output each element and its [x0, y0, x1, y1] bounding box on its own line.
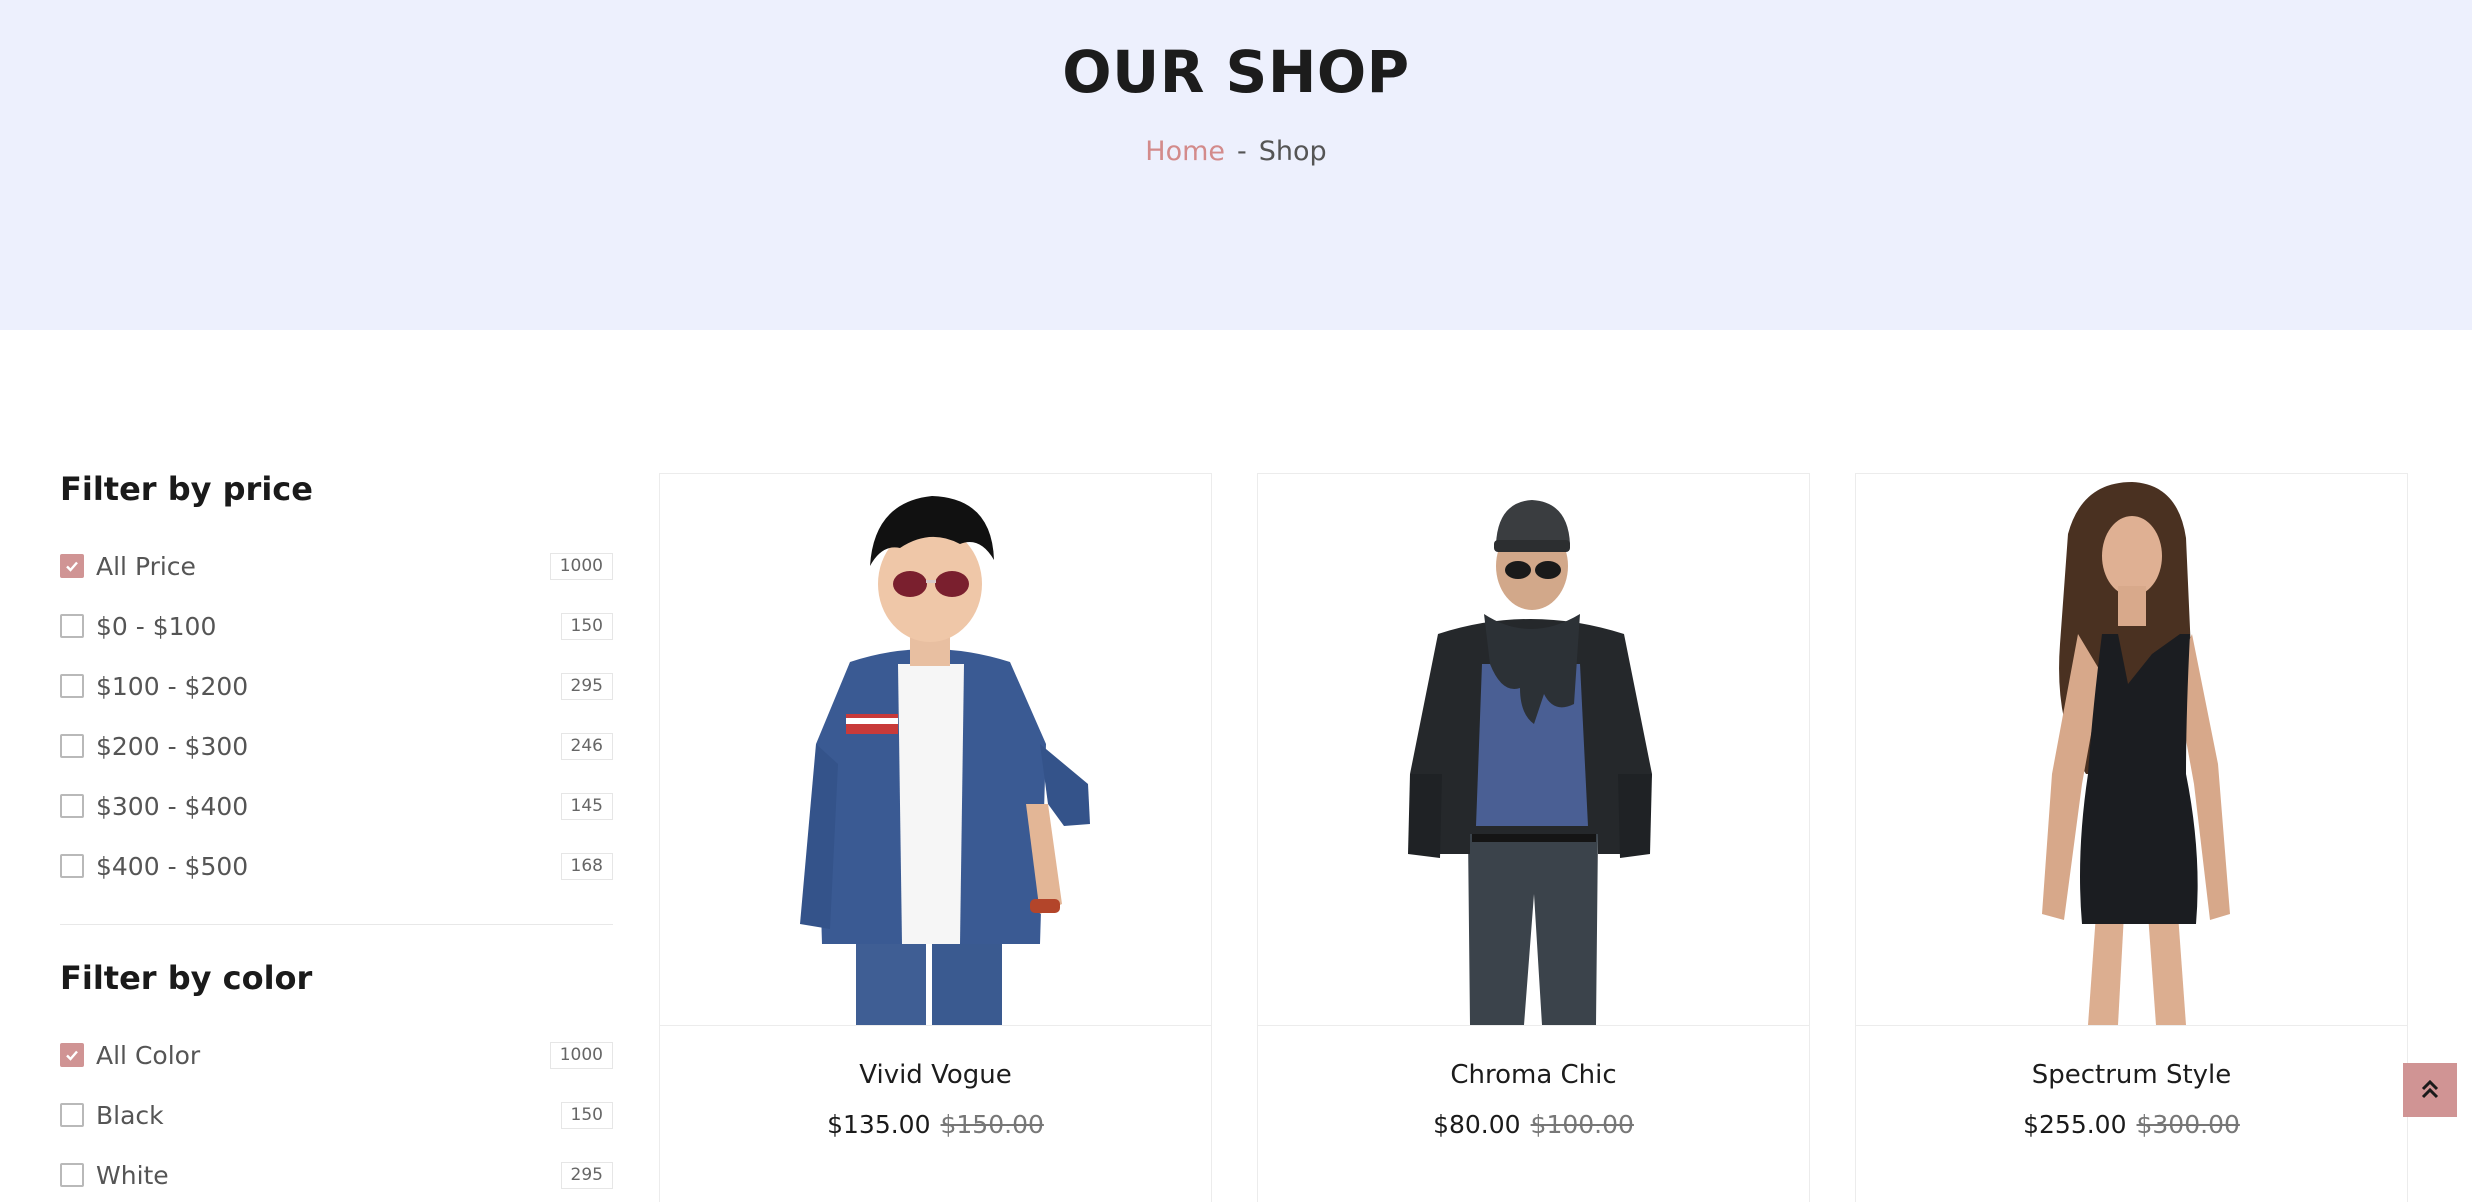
- product-old-price: $300.00: [2136, 1110, 2240, 1139]
- product-info: Spectrum Style $255.00 $300.00: [1856, 1025, 2407, 1139]
- checkbox[interactable]: [60, 854, 84, 878]
- color-filter-count: 150: [560, 1101, 613, 1129]
- page-title: OUR SHOP: [1062, 38, 1410, 106]
- price-filter-count: 145: [560, 792, 613, 820]
- checkbox[interactable]: [60, 674, 84, 698]
- product-image[interactable]: [660, 474, 1211, 1025]
- product-info: Chroma Chic $80.00 $100.00: [1258, 1025, 1809, 1139]
- price-filter-label: $200 - $300: [96, 731, 249, 761]
- product-prices: $80.00 $100.00: [1258, 1110, 1809, 1139]
- price-filter-label: $100 - $200: [96, 671, 249, 701]
- color-filter-count: 1000: [549, 1041, 613, 1069]
- color-filter-item[interactable]: White 295: [60, 1145, 613, 1202]
- color-filter-count: 295: [560, 1161, 613, 1189]
- product-price: $255.00: [2023, 1110, 2127, 1139]
- product-name[interactable]: Spectrum Style: [1856, 1060, 2407, 1090]
- scroll-to-top-button[interactable]: [2403, 1063, 2457, 1117]
- breadcrumb-current: Shop: [1258, 136, 1327, 167]
- woman-black-dress-photo: [2042, 482, 2230, 1025]
- color-filter-label: Black: [96, 1100, 164, 1130]
- double-chevron-up-icon: [2421, 1079, 2439, 1099]
- price-filter-item[interactable]: $0 - $100 150: [60, 596, 613, 656]
- price-filter-item[interactable]: All Price 1000: [60, 536, 613, 596]
- price-filter-item[interactable]: $200 - $300 246: [60, 716, 613, 776]
- product-old-price: $150.00: [940, 1110, 1044, 1139]
- product-prices: $135.00 $150.00: [660, 1110, 1211, 1139]
- checkbox[interactable]: [60, 554, 84, 578]
- product-info: Vivid Vogue $135.00 $150.00: [660, 1025, 1211, 1139]
- color-filter-item[interactable]: All Color 1000: [60, 1025, 613, 1085]
- checkbox[interactable]: [60, 1043, 84, 1067]
- page-header: OUR SHOP Home - Shop: [0, 0, 2472, 330]
- price-filter-label: All Price: [96, 551, 196, 581]
- color-filter-label: White: [96, 1160, 169, 1190]
- product-image[interactable]: [1856, 474, 2407, 1025]
- price-filter-item[interactable]: $300 - $400 145: [60, 776, 613, 836]
- product-name[interactable]: Chroma Chic: [1258, 1060, 1809, 1090]
- checkbox[interactable]: [60, 1103, 84, 1127]
- price-filter-title: Filter by price: [60, 470, 313, 508]
- breadcrumb-separator: -: [1237, 136, 1247, 167]
- product-prices: $255.00 $300.00: [1856, 1110, 2407, 1139]
- product-card[interactable]: Spectrum Style $255.00 $300.00: [1855, 473, 2408, 1202]
- price-filter-label: $400 - $500: [96, 851, 249, 881]
- product-old-price: $100.00: [1530, 1110, 1634, 1139]
- product-name[interactable]: Vivid Vogue: [660, 1060, 1211, 1090]
- price-filter-label: $300 - $400: [96, 791, 249, 821]
- man-leather-jacket-scarf-photo: [1408, 500, 1652, 1025]
- breadcrumb-home-link[interactable]: Home: [1145, 136, 1225, 167]
- breadcrumb: Home - Shop: [0, 136, 2472, 167]
- check-icon: [66, 561, 78, 572]
- color-filter-title: Filter by color: [60, 959, 313, 997]
- checkbox[interactable]: [60, 734, 84, 758]
- checkbox[interactable]: [60, 614, 84, 638]
- color-filter-list: All Color 1000 Black 150 White 295: [60, 1025, 613, 1202]
- product-card[interactable]: Chroma Chic $80.00 $100.00: [1257, 473, 1810, 1202]
- price-filter-count: 150: [560, 612, 613, 640]
- check-icon: [66, 1050, 78, 1061]
- price-filter-count: 168: [560, 852, 613, 880]
- color-filter-label: All Color: [96, 1040, 201, 1070]
- price-filter-count: 246: [560, 732, 613, 760]
- price-filter-count: 295: [560, 672, 613, 700]
- price-filter-count: 1000: [549, 552, 613, 580]
- boy-denim-jacket-photo: [800, 496, 1090, 1025]
- checkbox[interactable]: [60, 1163, 84, 1187]
- filter-sidebar: Filter by price All Price 1000 $0 - $100…: [60, 470, 613, 1202]
- product-card[interactable]: Vivid Vogue $135.00 $150.00: [659, 473, 1212, 1202]
- price-filter-item[interactable]: $100 - $200 295: [60, 656, 613, 716]
- product-price: $135.00: [827, 1110, 931, 1139]
- color-filter-item[interactable]: Black 150: [60, 1085, 613, 1145]
- product-image[interactable]: [1258, 474, 1809, 1025]
- divider: [60, 924, 613, 925]
- price-filter-item[interactable]: $400 - $500 168: [60, 836, 613, 896]
- price-filter-list: All Price 1000 $0 - $100 150 $100 - $200…: [60, 536, 613, 896]
- product-price: $80.00: [1433, 1110, 1521, 1139]
- price-filter-label: $0 - $100: [96, 611, 217, 641]
- checkbox[interactable]: [60, 794, 84, 818]
